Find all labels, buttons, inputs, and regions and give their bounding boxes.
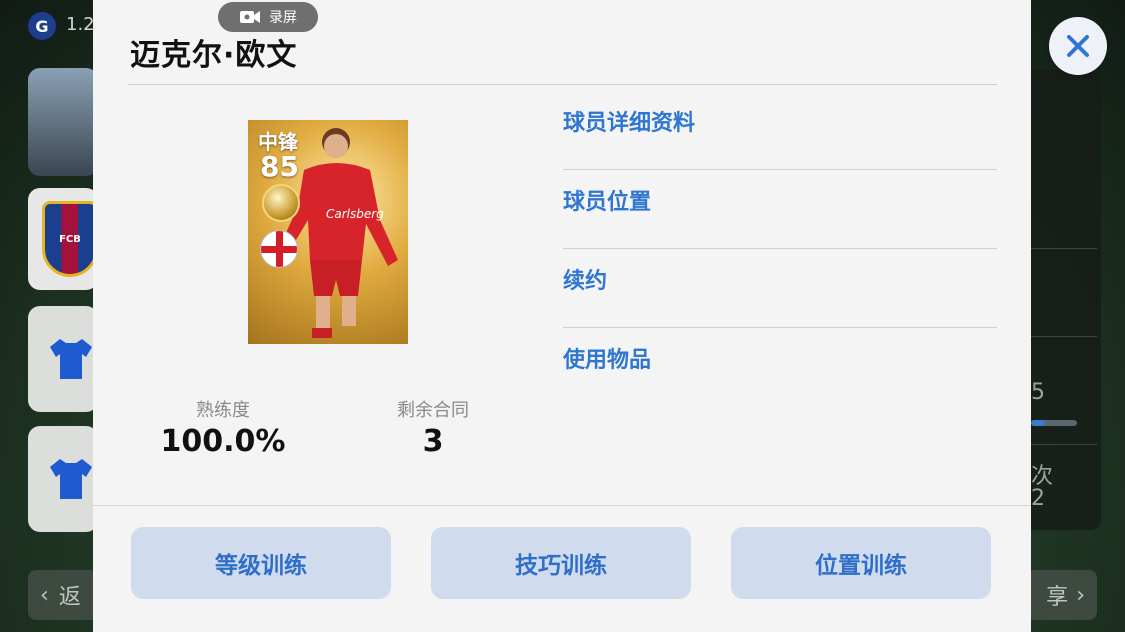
- svg-text:Carlsberg: Carlsberg: [326, 207, 384, 221]
- close-icon: [1067, 35, 1089, 57]
- renew-contract-link[interactable]: 续约: [563, 249, 997, 328]
- manager-card[interactable]: [28, 68, 98, 176]
- video-camera-icon: [240, 11, 260, 23]
- share-label: 享: [1046, 585, 1069, 610]
- chevron-right-icon: ›: [1076, 582, 1085, 608]
- gold-coin-icon: [262, 184, 300, 222]
- screen-record-badge[interactable]: 录屏: [218, 2, 318, 32]
- level-training-button[interactable]: 等级训练: [131, 527, 391, 599]
- contract-remaining-label: 剩余合同: [397, 400, 469, 421]
- home-kit-card[interactable]: [28, 306, 98, 412]
- use-item-link[interactable]: 使用物品: [563, 328, 997, 407]
- back-button[interactable]: ‹ 返: [28, 570, 98, 620]
- panel-progress-bar: [1031, 420, 1077, 426]
- close-button[interactable]: [1049, 17, 1107, 75]
- club-crest-icon: FCB: [42, 201, 98, 277]
- app-logo-icon: G: [28, 12, 56, 40]
- skill-training-button[interactable]: 技巧训练: [431, 527, 691, 599]
- contract-remaining-value: 3: [422, 424, 444, 459]
- player-options-modal: 迈克尔·欧文 Carlsberg 中锋 85 熟练度 100.0% 剩余合同 3…: [93, 0, 1031, 632]
- shirt-icon: [50, 339, 92, 379]
- share-button[interactable]: 享 ›: [1027, 570, 1097, 620]
- panel-fragment: 5: [1031, 380, 1045, 405]
- player-position-link[interactable]: 球员位置: [563, 170, 997, 249]
- panel-divider: [1031, 248, 1097, 249]
- proficiency-value: 100.0%: [160, 424, 286, 459]
- position-training-button[interactable]: 位置训练: [731, 527, 991, 599]
- chevron-left-icon: ‹: [40, 582, 49, 608]
- title-divider: [128, 84, 997, 85]
- player-name: 迈克尔·欧文: [130, 38, 298, 73]
- england-flag-icon: [260, 230, 298, 268]
- panel-divider: [1031, 444, 1097, 445]
- back-label: 返: [58, 585, 81, 610]
- player-card[interactable]: Carlsberg 中锋 85: [248, 120, 408, 344]
- player-details-link[interactable]: 球员详细资料: [563, 91, 997, 170]
- shirt-icon: [50, 459, 92, 499]
- panel-divider: [1031, 336, 1097, 337]
- panel-fragment: 2: [1031, 486, 1045, 511]
- proficiency-label: 熟练度: [196, 400, 250, 421]
- club-card[interactable]: FCB: [28, 188, 98, 290]
- section-divider: [93, 505, 1031, 506]
- card-rating: 85: [260, 150, 299, 183]
- version-text: 1.2: [66, 14, 95, 35]
- screen-record-label: 录屏: [269, 10, 297, 26]
- away-kit-card[interactable]: [28, 426, 98, 532]
